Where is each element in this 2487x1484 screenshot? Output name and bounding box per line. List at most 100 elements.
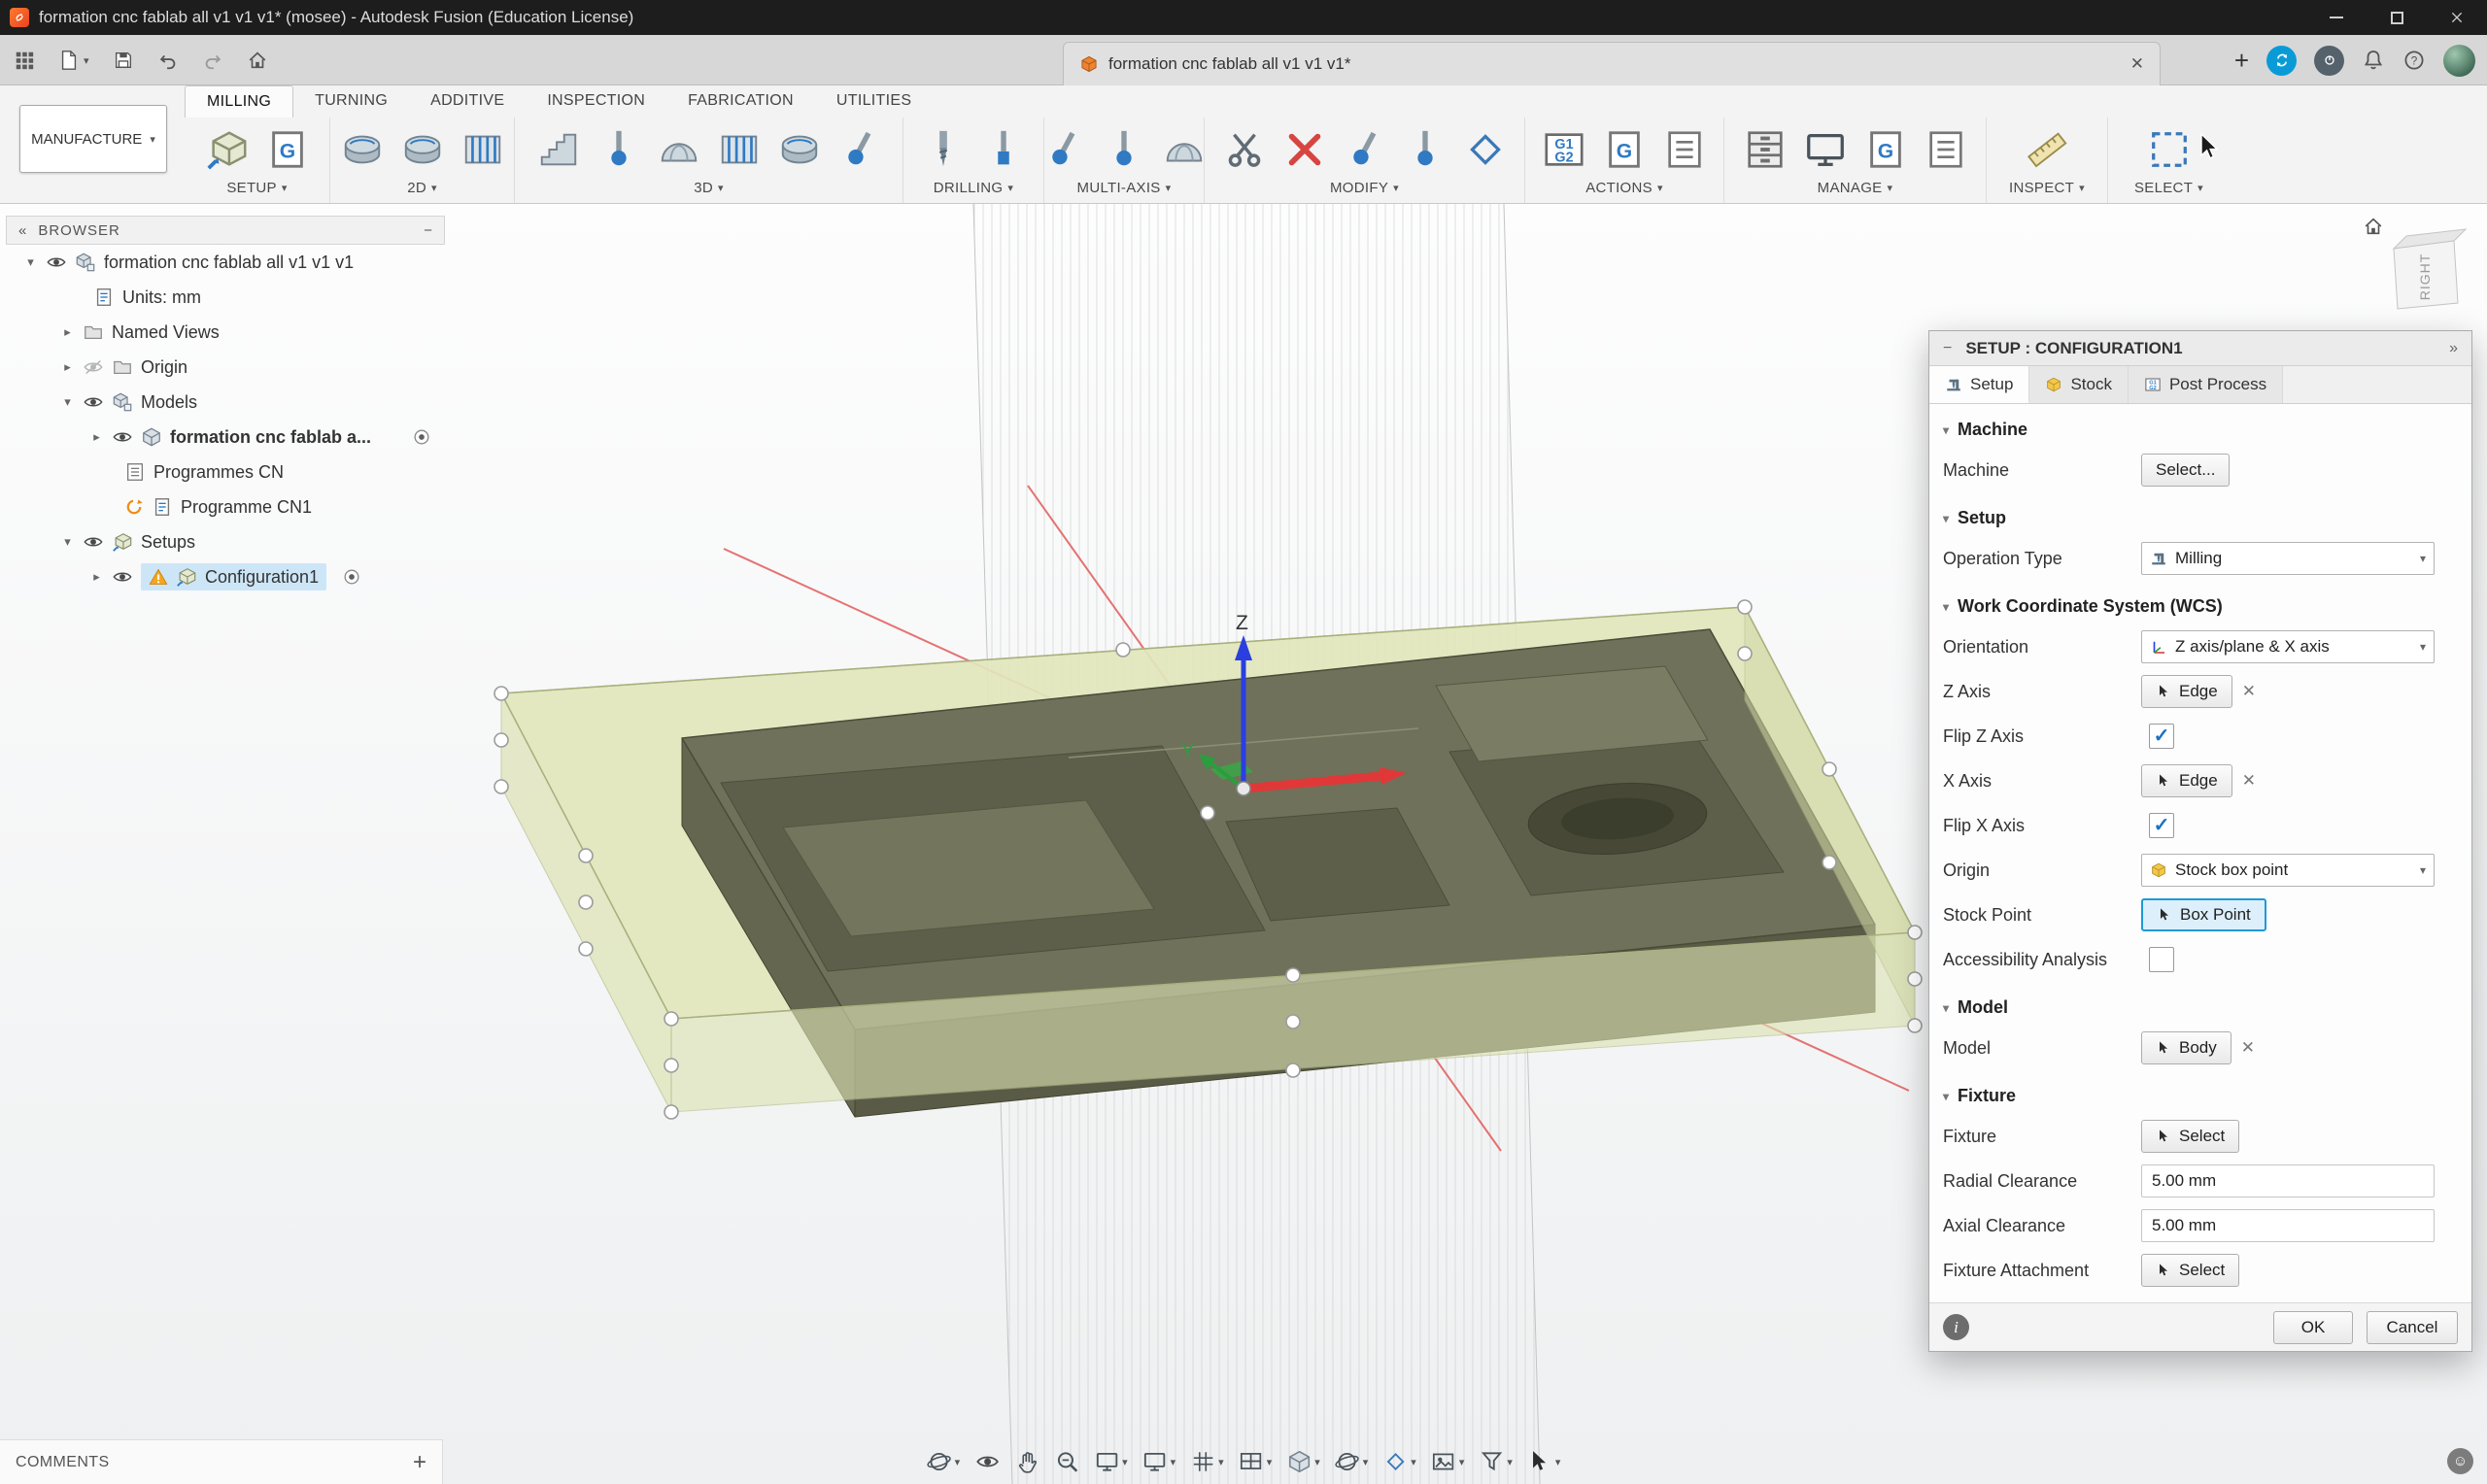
section-collapse-icon[interactable]: ▾ <box>1943 512 1949 525</box>
expand-arrow-icon[interactable]: ▸ <box>89 429 104 445</box>
ribbon-group-manage-label[interactable]: MANAGE▾ <box>1818 180 1893 196</box>
ribbon-tab-milling[interactable]: MILLING <box>185 85 293 118</box>
visibility-eye-icon[interactable] <box>83 531 104 553</box>
view-home-icon[interactable] <box>2366 219 2381 234</box>
post-library-icon[interactable] <box>1860 124 1911 175</box>
browser-item-label[interactable]: Units: mm <box>122 287 201 308</box>
templates-icon[interactable] <box>1921 124 1971 175</box>
section-setup[interactable]: ▾ Setup <box>1929 492 2471 536</box>
browser-item-setups[interactable]: ▾ Setups <box>6 524 445 559</box>
browser-item-label[interactable]: Programme CN1 <box>181 497 312 518</box>
browser-item-label[interactable]: formation cnc fablab a... <box>170 427 371 448</box>
swarf-icon[interactable] <box>1039 124 1089 175</box>
document-tab[interactable]: formation cnc fablab all v1 v1 v1* ✕ <box>1063 42 2161 85</box>
section-collapse-icon[interactable]: ▾ <box>1943 423 1949 437</box>
new-document-tab-button[interactable]: + <box>2234 48 2249 73</box>
browser-item-root[interactable]: ▾ formation cnc fablab all v1 v1 v1 <box>6 245 445 280</box>
stock-point-box-point-button[interactable]: Box Point <box>2141 898 2266 931</box>
link-passes-icon[interactable] <box>1400 124 1450 175</box>
visibility-eye-icon[interactable] <box>83 391 104 413</box>
browser-item-label[interactable]: Origin <box>141 357 187 378</box>
browser-item-units[interactable]: Units: mm <box>6 280 445 315</box>
browser-item-configuration1[interactable]: ▸ Configuration1 <box>6 559 445 594</box>
section-wcs[interactable]: ▾ Work Coordinate System (WCS) <box>1929 581 2471 624</box>
app-grid-icon[interactable] <box>14 50 35 71</box>
close-window-button[interactable] <box>2427 0 2487 35</box>
minimize-button[interactable] <box>2306 0 2367 35</box>
visibility-eye-off-icon[interactable] <box>83 356 104 378</box>
fixture-attachment-select-button[interactable]: Select <box>2141 1254 2239 1287</box>
browser-item-label[interactable]: Configuration1 <box>205 567 319 588</box>
origin-dropdown[interactable]: Stock box point ▾ <box>2141 854 2435 887</box>
display-settings-icon[interactable]: ▾ <box>1142 1449 1176 1474</box>
measure-icon[interactable] <box>2022 124 2072 175</box>
ribbon-group-multi-axis-label[interactable]: MULTI-AXIS▾ <box>1077 180 1172 196</box>
expand-arrow-icon[interactable]: ▾ <box>60 394 75 410</box>
accessibility-analysis-checkbox[interactable] <box>2149 947 2174 972</box>
section-fixture[interactable]: ▾ Fixture <box>1929 1070 2471 1114</box>
browser-collapse-icon[interactable]: « <box>18 222 26 239</box>
ribbon-tab-utilities[interactable]: UTILITIES <box>815 85 933 118</box>
user-avatar[interactable] <box>2443 45 2475 77</box>
tab-setup[interactable]: Setup <box>1929 366 2029 403</box>
job-status-icon[interactable] <box>2266 46 2297 76</box>
save-icon[interactable] <box>113 50 134 71</box>
setup-sheet-icon[interactable] <box>1599 124 1650 175</box>
redo-icon[interactable] <box>202 50 223 71</box>
undo-icon[interactable] <box>157 50 179 71</box>
axial-clearance-input[interactable] <box>2141 1209 2435 1242</box>
expand-arrow-icon[interactable]: ▾ <box>60 534 75 550</box>
visibility-eye-icon[interactable] <box>112 426 133 448</box>
file-menu-button[interactable]: ▾ <box>58 50 89 71</box>
expand-arrow-icon[interactable]: ▸ <box>60 324 75 340</box>
multi-axis-contour-icon[interactable] <box>1099 124 1149 175</box>
drill-icon[interactable] <box>918 124 969 175</box>
section-collapse-icon[interactable]: ▾ <box>1943 1090 1949 1103</box>
wcs-origin-point[interactable] <box>1237 782 1250 795</box>
workspace-switcher-button[interactable]: MANUFACTURE ▾ <box>19 105 167 173</box>
model-body-button[interactable]: Body <box>2141 1031 2231 1064</box>
browser-item-label[interactable]: formation cnc fablab all v1 v1 v1 <box>104 253 354 273</box>
machine-library-icon[interactable] <box>1800 124 1851 175</box>
section-collapse-icon[interactable]: ▾ <box>1943 1001 1949 1015</box>
viewports-icon[interactable]: ▾ <box>1239 1449 1273 1474</box>
z-axis-edge-button[interactable]: Edge <box>2141 675 2232 708</box>
move-passes-icon[interactable] <box>1340 124 1390 175</box>
ribbon-group-2d-label[interactable]: 2D▾ <box>407 180 437 196</box>
ribbon-group-inspect-label[interactable]: INSPECT▾ <box>2009 180 2085 196</box>
environment-icon[interactable]: ▾ <box>1335 1449 1369 1474</box>
orientation-dropdown[interactable]: Z axis/plane & X axis ▾ <box>2141 630 2435 663</box>
new-nc-program-icon[interactable] <box>262 124 313 175</box>
section-machine[interactable]: ▾ Machine <box>1929 404 2471 448</box>
ribbon-group-drilling-label[interactable]: DRILLING▾ <box>934 180 1013 196</box>
browser-item-programmes-cn[interactable]: Programmes CN <box>6 455 445 489</box>
tab-stock[interactable]: Stock <box>2029 366 2129 403</box>
trim-icon[interactable] <box>1219 124 1270 175</box>
ribbon-group-actions-label[interactable]: ACTIONS▾ <box>1585 180 1663 196</box>
browser-item-origin[interactable]: ▸ Origin <box>6 350 445 385</box>
setup-dialog-header[interactable]: − SETUP : CONFIGURATION1 » <box>1929 331 2471 366</box>
grid-and-snaps-icon[interactable]: ▾ <box>1190 1449 1224 1474</box>
ribbon-tab-turning[interactable]: TURNING <box>293 85 409 118</box>
maximize-button[interactable] <box>2367 0 2427 35</box>
browser-item-label[interactable]: Named Views <box>112 322 220 343</box>
parallel-icon[interactable] <box>714 124 765 175</box>
dialog-collapse-icon[interactable]: − <box>1943 340 1952 357</box>
browser-item-label[interactable]: Models <box>141 392 197 413</box>
extensions-icon[interactable] <box>2314 46 2344 76</box>
ok-button[interactable]: OK <box>2273 1311 2353 1344</box>
orbit-icon[interactable]: ▾ <box>927 1449 961 1474</box>
model-clear-icon[interactable]: ✕ <box>2241 1038 2255 1058</box>
ribbon-group-setup-label[interactable]: SETUP▾ <box>226 180 287 196</box>
notifications-icon[interactable] <box>2362 49 2385 72</box>
visual-style-icon[interactable]: ▾ <box>1286 1449 1320 1474</box>
effects-icon[interactable]: ▾ <box>1382 1449 1416 1474</box>
z-axis-clear-icon[interactable]: ✕ <box>2242 682 2256 701</box>
visibility-eye-icon[interactable] <box>112 566 133 588</box>
ribbon-group-modify-label[interactable]: MODIFY▾ <box>1330 180 1399 196</box>
ribbon-tab-inspection[interactable]: INSPECTION <box>526 85 666 118</box>
help-icon[interactable] <box>2402 49 2426 72</box>
flow-icon[interactable] <box>1159 124 1209 175</box>
ribbon-tab-additive[interactable]: ADDITIVE <box>409 85 526 118</box>
ramp-icon[interactable] <box>835 124 885 175</box>
